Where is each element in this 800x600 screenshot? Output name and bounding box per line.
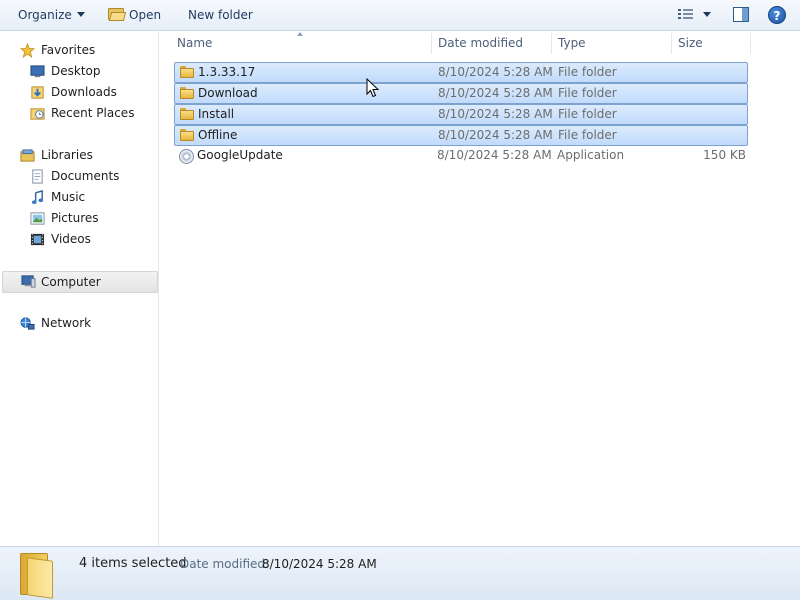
- file-date-modified: 8/10/2024 5:28 AM: [438, 86, 553, 100]
- folder-icon: [180, 87, 194, 100]
- file-type: File folder: [558, 65, 617, 79]
- date-modified-label: Date modified:: [180, 557, 270, 571]
- nav-pictures[interactable]: Pictures: [28, 208, 158, 229]
- nav-favorites[interactable]: Favorites: [18, 40, 158, 61]
- application-icon: [179, 149, 194, 164]
- open-label: Open: [129, 8, 162, 22]
- folder-icon: [180, 129, 194, 142]
- column-divider[interactable]: [431, 33, 432, 54]
- new-folder-label: New folder: [188, 8, 253, 22]
- column-divider[interactable]: [671, 33, 672, 54]
- column-header-size[interactable]: Size: [678, 31, 703, 56]
- open-folder-icon: [108, 8, 127, 21]
- sort-ascending-icon: [297, 32, 303, 36]
- nav-music[interactable]: Music: [28, 187, 158, 208]
- file-size: 150 KB: [703, 148, 746, 162]
- nav-recent-places[interactable]: Recent Places: [28, 103, 158, 124]
- navigation-pane: Favorites Desktop Downloads Recent Place…: [0, 31, 159, 546]
- file-name: GoogleUpdate: [197, 148, 283, 162]
- views-icon[interactable]: [678, 8, 694, 22]
- new-folder-button[interactable]: New folder: [188, 7, 253, 24]
- desktop-icon: [30, 65, 45, 78]
- videos-icon: [30, 233, 45, 246]
- organize-button[interactable]: Organize: [18, 7, 85, 24]
- details-pane: 4 items selected Date modified: 8/10/202…: [0, 546, 800, 600]
- file-name: Offline: [198, 128, 238, 142]
- file-type: File folder: [558, 107, 617, 121]
- file-type: File folder: [558, 128, 617, 142]
- nav-documents[interactable]: Documents: [28, 166, 158, 187]
- preview-pane-icon[interactable]: [733, 7, 749, 22]
- nav-libraries[interactable]: Libraries: [18, 145, 158, 166]
- file-date-modified: 8/10/2024 5:28 AM: [438, 65, 553, 79]
- mouse-cursor-icon: [366, 78, 380, 98]
- column-header-date-modified[interactable]: Date modified: [438, 31, 523, 56]
- documents-icon: [32, 169, 43, 184]
- file-date-modified: 8/10/2024 5:28 AM: [438, 128, 553, 142]
- favorites-star-icon: [20, 43, 35, 58]
- file-type: File folder: [558, 86, 617, 100]
- file-name: Install: [198, 107, 235, 121]
- file-row-googleupdate[interactable]: GoogleUpdate 8/10/2024 5:28 AM Applicati…: [174, 146, 748, 167]
- folder-icon: [180, 108, 194, 121]
- file-row-1-3-33-17[interactable]: 1.3.33.17 8/10/2024 5:28 AM File folder: [174, 62, 748, 83]
- file-type: Application: [557, 148, 625, 162]
- column-divider[interactable]: [551, 33, 552, 54]
- organize-dropdown-icon: [76, 12, 85, 17]
- file-row-install[interactable]: Install 8/10/2024 5:28 AM File folder: [174, 104, 748, 125]
- open-button[interactable]: Open: [108, 7, 161, 24]
- file-row-download[interactable]: Download 8/10/2024 5:28 AM File folder: [174, 83, 748, 104]
- column-divider[interactable]: [750, 33, 751, 54]
- selection-folder-icon: [20, 553, 56, 599]
- nav-downloads[interactable]: Downloads: [28, 82, 158, 103]
- folder-icon: [180, 66, 194, 79]
- file-list-pane: Name Date modified Type Size 1.3.33.17 8…: [159, 31, 800, 546]
- column-header-name[interactable]: Name: [177, 31, 212, 56]
- views-dropdown-icon[interactable]: [703, 12, 711, 17]
- pictures-icon: [30, 212, 45, 225]
- file-name: Download: [198, 86, 258, 100]
- selection-count: 4 items selected: [79, 556, 187, 571]
- computer-icon: [21, 275, 36, 288]
- nav-videos[interactable]: Videos: [28, 229, 158, 250]
- recent-places-icon: [30, 108, 45, 120]
- downloads-icon: [31, 86, 44, 99]
- command-bar: Organize Open New folder ?: [0, 0, 800, 31]
- nav-computer[interactable]: Computer: [2, 271, 158, 293]
- file-date-modified: 8/10/2024 5:28 AM: [438, 107, 553, 121]
- music-icon: [31, 190, 44, 205]
- file-date-modified: 8/10/2024 5:28 AM: [437, 148, 552, 162]
- organize-label: Organize: [18, 8, 72, 22]
- help-icon[interactable]: ?: [768, 6, 786, 24]
- date-modified-value: 8/10/2024 5:28 AM: [262, 557, 377, 571]
- network-icon: [20, 317, 35, 330]
- file-name: 1.3.33.17: [198, 65, 256, 79]
- nav-network[interactable]: Network: [18, 313, 158, 334]
- libraries-icon: [20, 149, 35, 162]
- file-row-offline[interactable]: Offline 8/10/2024 5:28 AM File folder: [174, 125, 748, 146]
- column-header-type[interactable]: Type: [558, 31, 586, 56]
- nav-desktop[interactable]: Desktop: [28, 61, 158, 82]
